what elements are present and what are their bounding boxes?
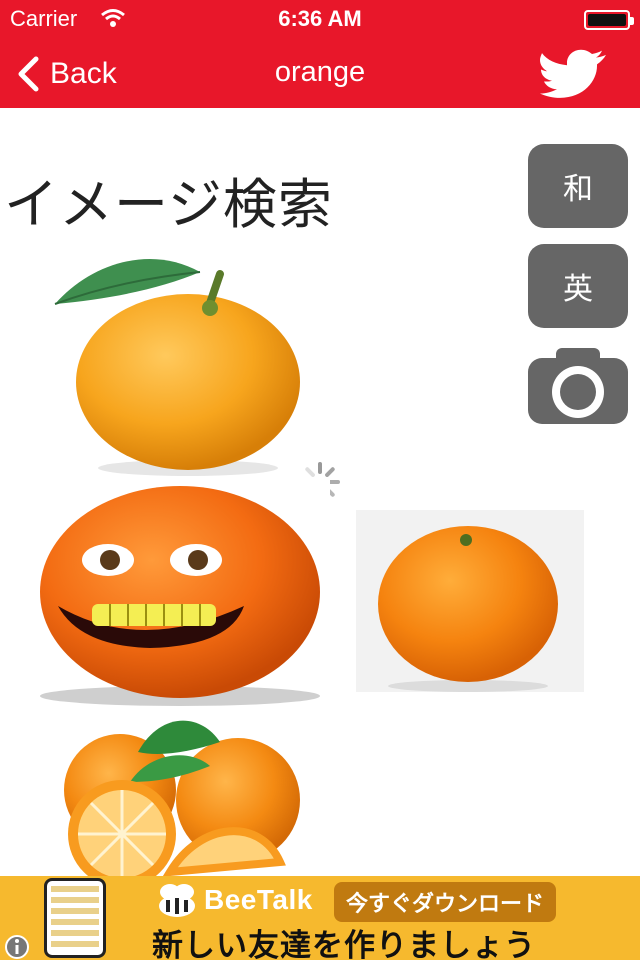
ad-phone-image <box>44 878 106 958</box>
english-button-label: 英 <box>563 272 593 307</box>
status-time: 6:36 AM <box>278 6 362 31</box>
info-icon[interactable] <box>4 934 30 960</box>
status-bar: Carrier 6:36 AM <box>0 0 640 40</box>
ad-slogan: 新しい友達を作りましょう <box>152 928 536 960</box>
ad-download-button[interactable]: 今すぐダウンロード <box>334 882 557 922</box>
back-label: Back <box>50 57 117 90</box>
camera-icon <box>528 348 628 424</box>
ad-brand-name: BeeTalk <box>204 884 313 915</box>
english-button[interactable]: 英 <box>528 244 628 328</box>
battery-icon <box>584 10 634 30</box>
japanese-button-label: 和 <box>563 172 593 207</box>
orange-image-3[interactable] <box>356 510 584 692</box>
ad-brand: BeeTalk <box>156 882 313 918</box>
ad-banner[interactable]: BeeTalk 今すぐダウンロード 新しい友達を作りましょう <box>0 876 640 960</box>
orange-image-2[interactable] <box>30 478 330 708</box>
navigation-bar: Back orange <box>0 40 640 108</box>
bee-logo-icon <box>159 884 195 917</box>
orange-image-4[interactable] <box>60 712 326 876</box>
image-search-heading: イメージ検索 <box>4 173 333 236</box>
japanese-button[interactable]: 和 <box>528 144 628 228</box>
back-button[interactable]: Back <box>16 52 117 96</box>
twitter-bird-icon[interactable] <box>540 48 610 98</box>
orange-image-1[interactable] <box>50 244 310 476</box>
camera-button[interactable] <box>528 346 628 426</box>
chevron-left-icon <box>18 56 39 92</box>
